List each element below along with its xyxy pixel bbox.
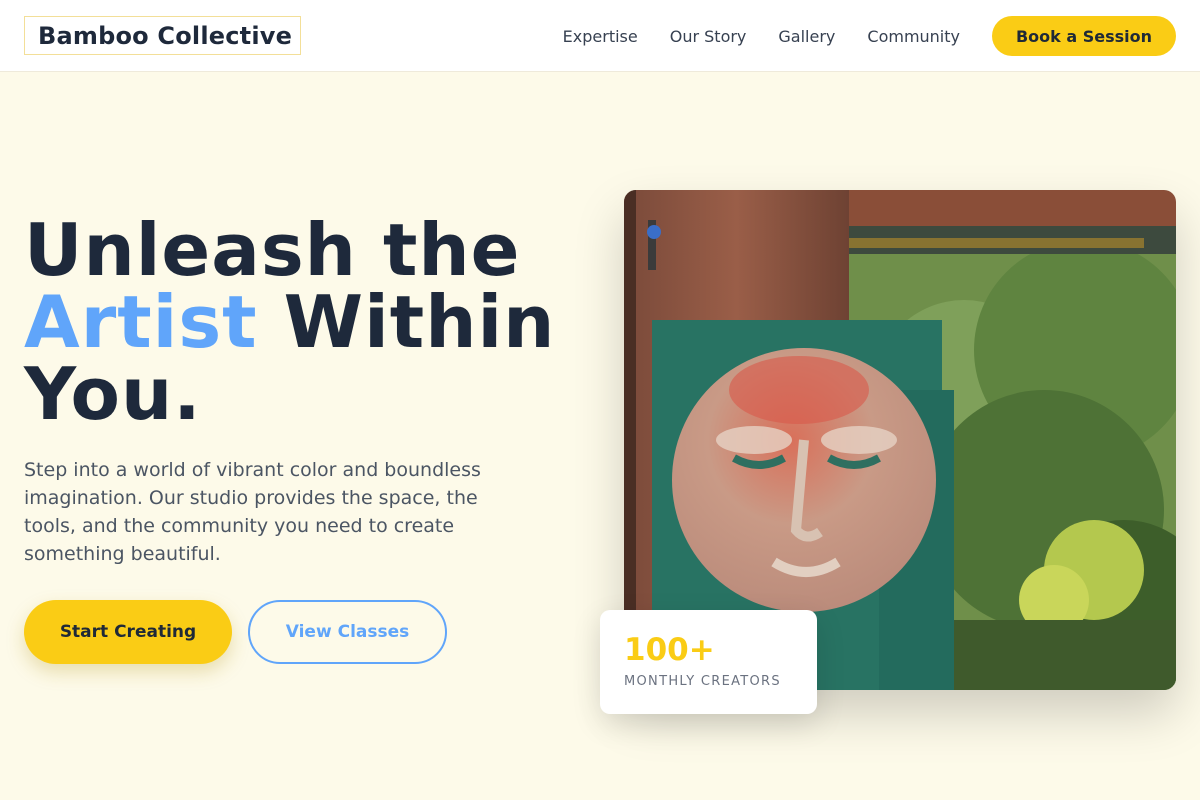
headline-line-2: Within	[257, 280, 556, 364]
view-classes-button[interactable]: View Classes	[248, 600, 447, 664]
headline-line-3: You.	[24, 352, 202, 436]
stat-label: MONTHLY CREATORS	[624, 674, 781, 689]
nav-link-gallery[interactable]: Gallery	[778, 27, 835, 46]
stat-card: 100+ MONTHLY CREATORS	[600, 610, 817, 714]
hero-description: Step into a world of vibrant color and b…	[24, 459, 481, 565]
stat-value: 100+	[624, 632, 715, 668]
main-nav: Expertise Our Story Gallery Community	[563, 0, 960, 72]
book-session-button[interactable]: Book a Session	[992, 16, 1176, 56]
nav-link-our-story[interactable]: Our Story	[670, 27, 747, 46]
site-header: Bamboo Collective Expertise Our Story Ga…	[0, 0, 1200, 72]
start-creating-button[interactable]: Start Creating	[24, 600, 232, 664]
nav-link-expertise[interactable]: Expertise	[563, 27, 638, 46]
nav-link-community[interactable]: Community	[867, 27, 960, 46]
logo[interactable]: Bamboo Collective	[24, 16, 301, 55]
hero-headline: Unleash the Artist Within You.	[24, 214, 584, 430]
